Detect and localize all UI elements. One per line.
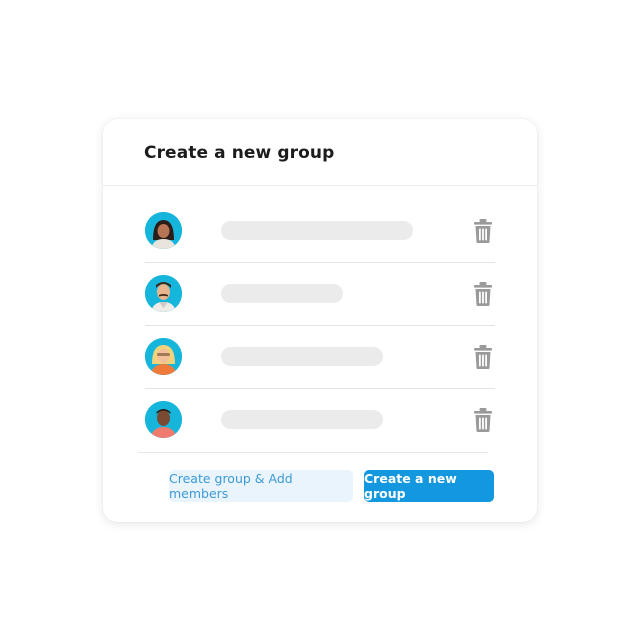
trash-icon[interactable] bbox=[471, 281, 495, 307]
avatar-man-dark-skin-icon bbox=[145, 401, 182, 438]
avatar-man-mustache-icon bbox=[145, 275, 182, 312]
trash-icon[interactable] bbox=[471, 218, 495, 244]
create-new-group-button[interactable]: Create a new group bbox=[364, 470, 494, 502]
member-name-placeholder bbox=[221, 284, 343, 303]
member-row bbox=[145, 389, 495, 452]
member-row bbox=[145, 326, 495, 389]
member-name-placeholder bbox=[221, 410, 383, 429]
avatar-woman-blonde-icon bbox=[145, 338, 182, 375]
trash-icon[interactable] bbox=[471, 344, 495, 370]
trash-icon[interactable] bbox=[471, 407, 495, 433]
dialog-title: Create a new group bbox=[144, 143, 335, 163]
create-group-add-members-button[interactable]: Create group & Add members bbox=[169, 470, 353, 502]
member-row bbox=[145, 200, 495, 263]
member-row bbox=[145, 263, 495, 326]
member-name-placeholder bbox=[221, 347, 383, 366]
title-divider bbox=[103, 185, 537, 186]
create-group-dialog: Create a new group Create group & Add me… bbox=[103, 119, 537, 522]
avatar-woman-dark-hair-icon bbox=[145, 212, 182, 249]
member-name-placeholder bbox=[221, 221, 413, 240]
actions-divider bbox=[138, 452, 488, 453]
